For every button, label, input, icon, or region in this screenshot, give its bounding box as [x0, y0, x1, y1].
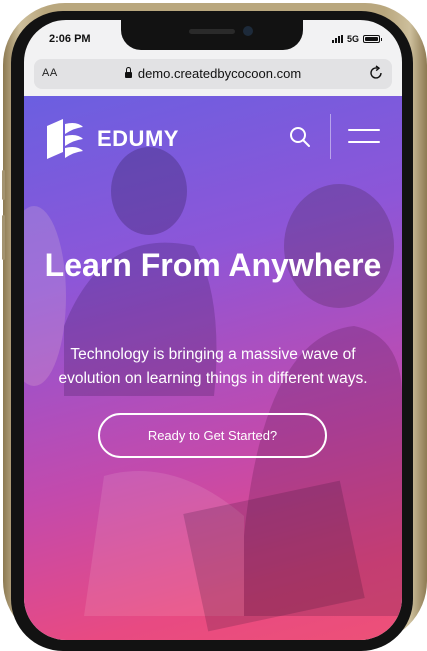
- status-indicators: 5G: [331, 34, 382, 44]
- reload-icon[interactable]: [368, 65, 384, 81]
- phone-screen: 2:06 PM 5G AA demo.createdbycocoon.com E…: [24, 20, 402, 640]
- status-time: 2:06 PM: [49, 33, 91, 45]
- signal-icon: [331, 35, 343, 43]
- url-text: demo.createdbycocoon.com: [137, 66, 302, 81]
- network-label: 5G: [346, 34, 359, 44]
- get-started-button[interactable]: Ready to Get Started?: [98, 413, 327, 458]
- hero-section: EDUMY Learn From Anywhere Technology is …: [24, 96, 402, 640]
- battery-icon: [363, 35, 382, 43]
- logo-icon: [47, 119, 83, 159]
- address-bar[interactable]: AA demo.createdbycocoon.com: [34, 59, 392, 89]
- phone-side-button: [2, 170, 5, 200]
- hero-title: Learn From Anywhere: [44, 247, 382, 283]
- speaker: [189, 29, 235, 34]
- hero-subtitle: Technology is bringing a massive wave of…: [58, 346, 368, 387]
- lock-icon: [124, 67, 132, 78]
- brand-name: EDUMY: [97, 126, 179, 151]
- site-logo[interactable]: EDUMY: [41, 116, 179, 162]
- phone-side-button: [2, 215, 5, 260]
- menu-icon[interactable]: [348, 129, 380, 145]
- nav-divider: [330, 114, 331, 159]
- camera: [243, 26, 253, 36]
- search-icon[interactable]: [289, 126, 311, 148]
- notch: [121, 20, 303, 50]
- url-display[interactable]: demo.createdbycocoon.com: [34, 66, 392, 81]
